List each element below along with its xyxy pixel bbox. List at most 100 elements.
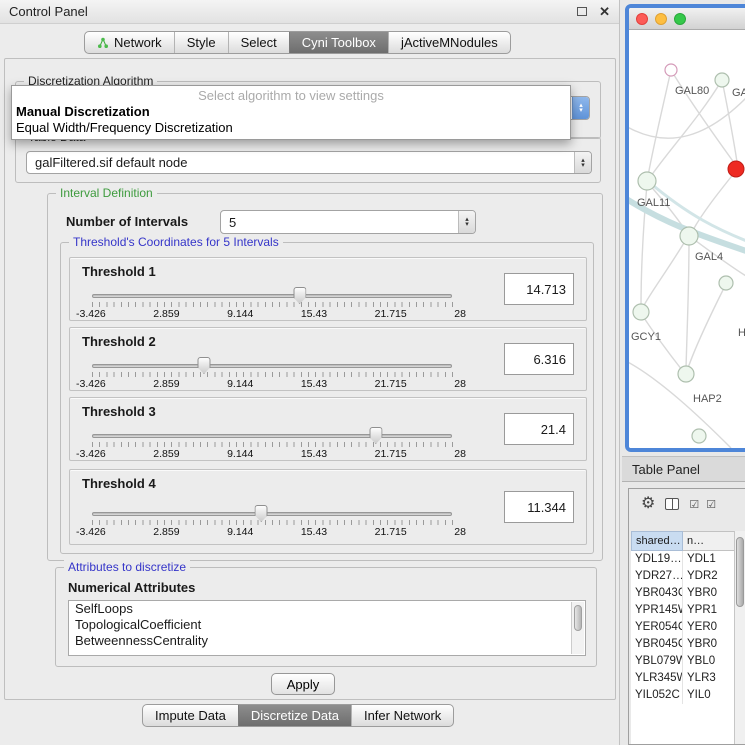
cell: YBR043C — [631, 585, 683, 602]
select-rows-icons[interactable]: ☑ ☑ — [689, 498, 718, 511]
threshold-label: Threshold 2 — [82, 334, 156, 349]
scrollbar-thumb[interactable] — [574, 605, 582, 631]
threshold-slider[interactable] — [92, 434, 452, 438]
table-row[interactable]: YBR043CYBR0 — [631, 585, 735, 602]
network-node[interactable] — [638, 172, 656, 190]
table-row[interactable]: YIL052CYIL0 — [631, 687, 735, 704]
threshold-value-field[interactable]: 11.344 — [504, 491, 574, 523]
number-of-intervals-combobox[interactable]: 5 ▴▾ — [220, 210, 476, 234]
network-icon — [97, 37, 109, 49]
table-scrollbar[interactable] — [734, 531, 745, 744]
node-label: GAL80 — [675, 85, 709, 97]
scale-label: 2.859 — [153, 448, 179, 460]
cell: YIL0 — [683, 687, 735, 704]
table-row[interactable]: YER054CYER0 — [631, 619, 735, 636]
cell: YBR0 — [683, 636, 735, 653]
network-node[interactable] — [715, 73, 729, 87]
table-row[interactable]: YBR045CYBR0 — [631, 636, 735, 653]
network-node[interactable] — [692, 429, 706, 443]
network-node[interactable] — [678, 366, 694, 382]
zoom-traffic-light-icon[interactable] — [674, 13, 686, 25]
cell: YDL19… — [631, 551, 683, 568]
interval-definition-group: Interval Definition Number of Intervals … — [47, 193, 603, 561]
apply-button[interactable]: Apply — [271, 673, 335, 695]
dropdown-option-equal-width[interactable]: Equal Width/Frequency Discretization — [12, 120, 570, 136]
network-node[interactable] — [719, 276, 733, 290]
tab-select[interactable]: Select — [228, 32, 289, 53]
top-tab-bar: Network Style Select Cyni Toolbox jActiv… — [84, 31, 511, 54]
column-header-shared-name[interactable]: shared… — [631, 531, 683, 551]
threshold-value-field[interactable]: 6.316 — [504, 343, 574, 375]
scale-label: 9.144 — [227, 526, 253, 538]
interval-definition-title: Interval Definition — [56, 186, 157, 200]
threshold-slider[interactable] — [92, 364, 452, 368]
float-window-icon[interactable] — [577, 7, 587, 16]
column-header-name[interactable]: n… — [683, 531, 735, 551]
table-row[interactable]: YBL079WYBL0 — [631, 653, 735, 670]
minimize-traffic-light-icon[interactable] — [655, 13, 667, 25]
network-node[interactable] — [665, 64, 677, 76]
scale-label: 28 — [454, 308, 466, 320]
network-node[interactable] — [633, 304, 649, 320]
scale-label: 21.715 — [375, 526, 407, 538]
list-scrollbar[interactable] — [571, 602, 584, 654]
threshold-slider[interactable] — [92, 294, 452, 298]
scale-label: 15.43 — [301, 448, 327, 460]
table-row[interactable]: YPR145WYPR1 — [631, 602, 735, 619]
scale-label: 2.859 — [153, 378, 179, 390]
close-icon[interactable]: ✕ — [599, 5, 610, 18]
combo-stepper-icon[interactable]: ▴▾ — [458, 211, 475, 233]
tab-impute-data[interactable]: Impute Data — [143, 705, 238, 726]
scale-label: -3.426 — [76, 526, 106, 538]
scale-label: 21.715 — [375, 378, 407, 390]
list-item[interactable]: TopologicalCoefficient — [69, 617, 585, 633]
table-data-combobox[interactable]: galFiltered.sif default node ▴▾ — [26, 151, 592, 174]
network-node-selected[interactable] — [728, 161, 744, 177]
scale-label: 21.715 — [375, 448, 407, 460]
slider-ticks — [92, 520, 453, 525]
combo-stepper-icon[interactable]: ▴▾ — [572, 97, 589, 119]
cell: YDL1 — [683, 551, 735, 568]
network-canvas[interactable]: GAL80 GA GAL11 GAL4 GCY1 HAP2 H — [629, 30, 745, 448]
dropdown-placeholder: Select algorithm to view settings — [12, 88, 570, 104]
slider-scale: -3.4262.8599.14415.4321.71528 — [76, 378, 466, 390]
attributes-group: Attributes to discretize Numerical Attri… — [55, 567, 597, 667]
list-item[interactable]: SelfLoops — [69, 601, 585, 617]
threshold-value-field[interactable]: 14.713 — [504, 273, 574, 305]
scale-label: 9.144 — [227, 308, 253, 320]
combo-stepper-icon[interactable]: ▴▾ — [574, 152, 591, 173]
threshold-slider[interactable] — [92, 512, 452, 516]
table-row[interactable]: YDR27…YDR2 — [631, 568, 735, 585]
tab-label: jActiveMNodules — [401, 35, 498, 50]
tab-style[interactable]: Style — [174, 32, 228, 53]
tab-jactivemnodules[interactable]: jActiveMNodules — [388, 32, 510, 53]
table-row[interactable]: YDL19…YDL1 — [631, 551, 735, 568]
tab-discretize-data[interactable]: Discretize Data — [238, 705, 351, 726]
scrollbar-thumb[interactable] — [736, 537, 744, 607]
gear-icon[interactable]: ⚙ — [641, 496, 655, 512]
scale-label: -3.426 — [76, 448, 106, 460]
number-of-intervals-value: 5 — [229, 215, 458, 230]
scale-label: 9.144 — [227, 448, 253, 460]
attributes-list: SelfLoops TopologicalCoefficient Between… — [68, 600, 586, 656]
tab-network[interactable]: Network — [85, 32, 174, 53]
cell: YER0 — [683, 619, 735, 636]
slider-ticks — [92, 372, 453, 377]
list-item[interactable]: BetweennessCentrality — [69, 633, 585, 649]
slider-scale: -3.4262.8599.14415.4321.71528 — [76, 448, 466, 460]
tab-infer-network[interactable]: Infer Network — [351, 705, 453, 726]
scale-label: 15.43 — [301, 526, 327, 538]
control-panel-window: Control Panel ✕ Network Style Select Cyn… — [0, 0, 620, 745]
threshold-value-field[interactable]: 21.4 — [504, 413, 574, 445]
scale-label: 15.43 — [301, 378, 327, 390]
scale-label: 21.715 — [375, 308, 407, 320]
close-traffic-light-icon[interactable] — [636, 13, 648, 25]
dropdown-option-manual[interactable]: Manual Discretization — [12, 104, 570, 120]
slider-ticks — [92, 302, 453, 307]
table-row[interactable]: YLR345WYLR3 — [631, 670, 735, 687]
columns-icon[interactable] — [665, 498, 679, 510]
network-node[interactable] — [680, 227, 698, 245]
cell: YDR27… — [631, 568, 683, 585]
scale-label: 9.144 — [227, 378, 253, 390]
tab-cyni-toolbox[interactable]: Cyni Toolbox — [289, 32, 388, 53]
